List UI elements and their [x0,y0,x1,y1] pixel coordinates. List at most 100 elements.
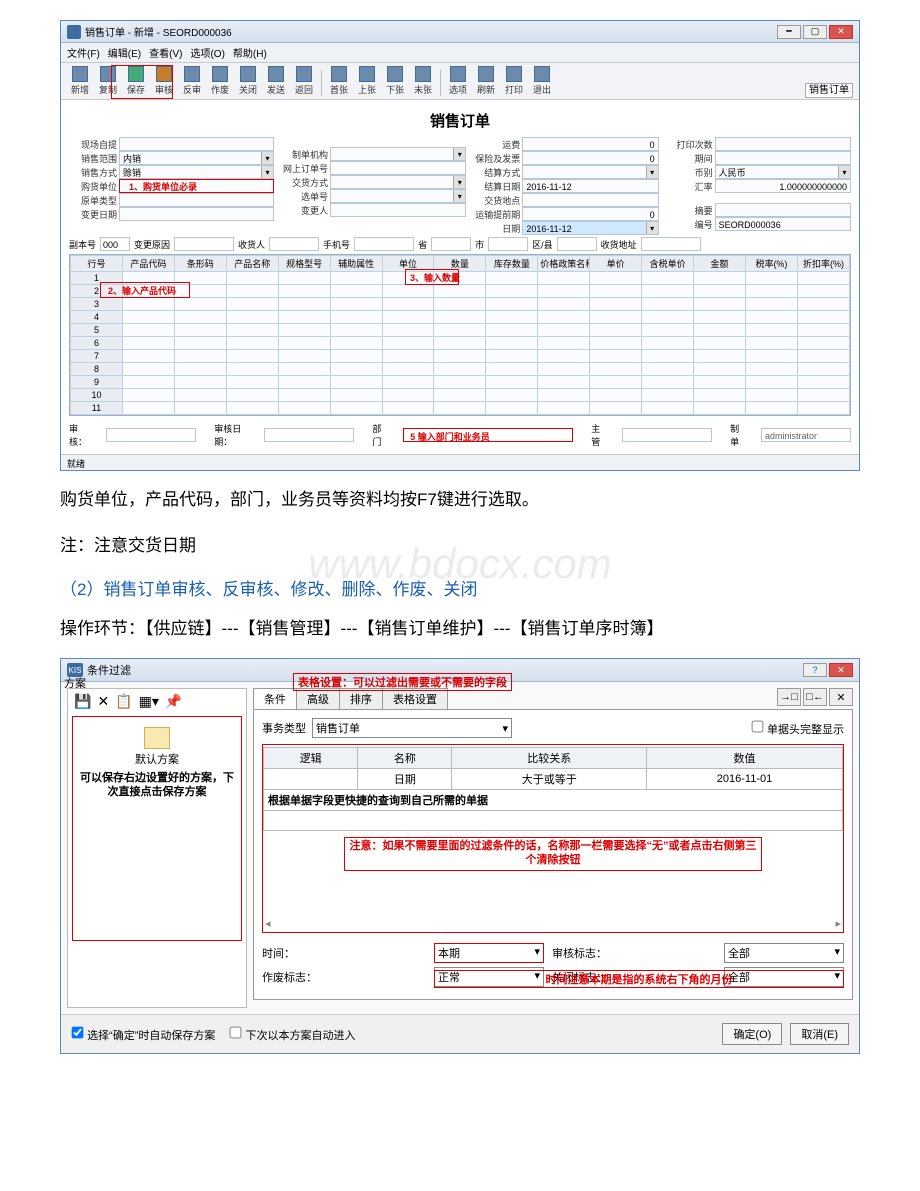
grid-cell[interactable] [434,324,486,337]
fld-district[interactable] [557,237,597,251]
fld-prov[interactable] [431,237,471,251]
grid-cell[interactable] [590,350,642,363]
grid-cell[interactable] [538,324,590,337]
grid-cell[interactable] [694,272,746,285]
grid-cell[interactable] [174,402,226,415]
minimize-button[interactable]: ━ [777,25,801,39]
grid-cell[interactable] [382,311,434,324]
grid-cell[interactable] [174,337,226,350]
fld-leadtime[interactable]: 0 [522,207,658,221]
grid-row[interactable]: 8 [71,363,850,376]
scroll-left-icon[interactable]: ◂ [265,917,271,930]
grid-cell[interactable] [486,337,538,350]
grid-cell[interactable] [694,337,746,350]
picker-icon[interactable]: ▾ [261,152,273,164]
tb-return[interactable]: 返回 [291,66,317,96]
grid-cell[interactable] [434,285,486,298]
fullshow-checkbox[interactable] [752,720,764,732]
grid-cell[interactable] [486,298,538,311]
fld-chgdate[interactable] [119,207,274,221]
grid-cell[interactable] [226,311,278,324]
grid-cell[interactable] [694,389,746,402]
grid-cell[interactable] [434,402,486,415]
grid-cell[interactable] [226,337,278,350]
grid-cell[interactable] [745,311,797,324]
tab-sort[interactable]: 排序 [339,688,383,709]
grid-cell[interactable] [122,376,174,389]
grid-cell[interactable] [434,389,486,402]
grid-cell[interactable] [330,324,382,337]
grid-cell[interactable] [745,350,797,363]
grid-cell[interactable] [590,363,642,376]
grid-cell[interactable] [590,402,642,415]
order-lines-grid[interactable]: 行号产品代码条形码产品名称规格型号辅助属性单位数量库存数量价格政策名称单价含税单… [69,254,851,416]
picker-icon[interactable]: ▾ [838,166,850,178]
autosave-checkbox[interactable] [72,1026,84,1038]
picker-icon[interactable]: ▾ [261,166,273,178]
grid-cell[interactable] [122,298,174,311]
delete-scheme-icon[interactable]: ✕ [97,693,109,710]
grid-cell[interactable] [486,389,538,402]
grid-cell[interactable] [797,376,849,389]
fld-insur[interactable]: 0 [522,151,658,165]
time-select[interactable]: 本期▾ [434,943,544,963]
fld-selectno[interactable]: ▾ [330,189,466,203]
grid-cell[interactable] [642,350,694,363]
grid-cell[interactable] [538,363,590,376]
fld-date[interactable]: 2016-11-12▾ [522,221,658,235]
grid-row[interactable]: 4 [71,311,850,324]
fld-mobile[interactable] [354,237,414,251]
grid-cell[interactable] [745,389,797,402]
grid-cell[interactable] [122,337,174,350]
help-button[interactable]: ? [803,663,827,677]
grid-cell[interactable] [694,298,746,311]
grid-cell[interactable] [226,402,278,415]
grid-cell[interactable] [278,285,330,298]
grid-cell[interactable] [330,350,382,363]
grid-cell[interactable] [174,298,226,311]
grid-cell[interactable] [330,363,382,376]
tab-advanced[interactable]: 高级 [296,688,340,709]
grid-cell[interactable] [694,376,746,389]
fld-pickup[interactable] [119,137,274,151]
grid-cell[interactable] [642,272,694,285]
scheme-name[interactable]: 默认方案 [75,751,239,767]
tab-condition[interactable]: 条件 [253,688,297,709]
add-condition-button[interactable]: →□ [777,688,801,706]
grid-cell[interactable] [330,272,382,285]
grid-scheme-icon[interactable]: ▦▾ [139,693,159,710]
grid-cell[interactable] [590,311,642,324]
fld-dept[interactable]: 5 输入部门和业务员 [403,428,573,442]
grid-cell[interactable] [226,376,278,389]
grid-cell[interactable] [590,337,642,350]
grid-cell[interactable] [642,389,694,402]
grid-cell[interactable] [278,337,330,350]
grid-cell[interactable] [330,298,382,311]
grid-cell[interactable] [330,402,382,415]
grid-cell[interactable] [278,376,330,389]
grid-cell[interactable] [122,324,174,337]
tb-audit[interactable]: 审核 [151,66,177,96]
grid-cell[interactable] [382,350,434,363]
grid-cell[interactable] [745,337,797,350]
tb-refresh[interactable]: 刷新 [473,66,499,96]
grid-cell[interactable] [330,337,382,350]
grid-cell[interactable] [278,402,330,415]
grid-cell[interactable] [642,337,694,350]
fld-city[interactable] [488,237,528,251]
grid-cell[interactable] [590,324,642,337]
fld-addr[interactable] [641,237,701,251]
menu-help[interactable]: 帮助(H) [233,45,267,60]
grid-cell[interactable] [434,363,486,376]
grid-cell[interactable] [382,337,434,350]
grid-cell[interactable] [382,285,434,298]
copy-scheme-icon[interactable]: 📋 [115,693,132,710]
menu-file[interactable]: 文件(F) [67,45,100,60]
grid-cell[interactable] [486,402,538,415]
close-button[interactable]: ✕ [829,663,853,677]
grid-cell[interactable] [538,376,590,389]
grid-cell[interactable] [538,402,590,415]
grid-cell[interactable] [486,350,538,363]
grid-cell[interactable] [174,376,226,389]
grid-cell[interactable] [382,402,434,415]
